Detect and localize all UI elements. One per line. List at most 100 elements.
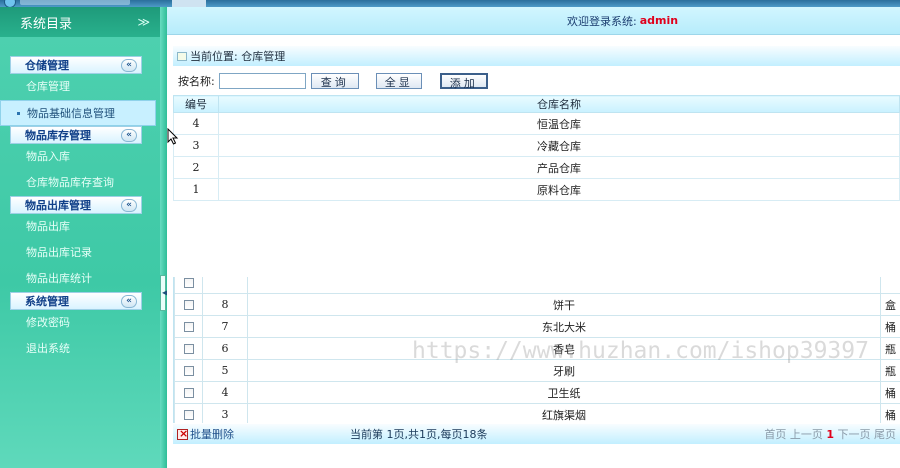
menu-group-title: 仓储管理 [25, 59, 69, 72]
collapse-icon[interactable]: « [121, 294, 137, 308]
table-row[interactable]: 7 东北大米桶 [174, 315, 900, 338]
sidebar-item-outbound-records[interactable]: 物品出库记录 [0, 240, 160, 266]
table-row[interactable]: 3 红旗渠烟桶 [174, 403, 900, 423]
cell-id: 2 [173, 156, 219, 179]
collapse-icon[interactable]: « [121, 198, 137, 212]
goods-table: 8 饼干盒 7 东北大米桶 6 香皂瓶 5 牙刷瓶 4 卫生纸桶 3 红旗渠烟桶 [174, 277, 900, 423]
table-row[interactable]: 8 饼干盒 [174, 293, 900, 316]
sidebar-item-change-password[interactable]: 修改密码 [0, 310, 160, 336]
cell-name: 饼干 [247, 293, 881, 316]
menu-group-system[interactable]: 系统管理 « [10, 292, 142, 310]
current-page: 1 [826, 428, 834, 441]
row-checkbox[interactable] [183, 278, 194, 288]
cell-name: 冷藏仓库 [218, 134, 900, 157]
cell-name: 东北大米 [247, 315, 881, 338]
row-checkbox[interactable] [183, 300, 194, 310]
menu-group-stock[interactable]: 物品库存管理 « [10, 126, 142, 144]
cell-name: 卫生纸 [247, 381, 881, 404]
prev-page-link[interactable]: 上一页 [790, 428, 823, 441]
cell-id: 6 [202, 337, 248, 360]
cell-name: 恒温仓库 [218, 112, 900, 135]
breadcrumb-text: 当前位置: 仓库管理 [190, 50, 286, 63]
menu-group-title: 物品出库管理 [25, 199, 91, 212]
location-icon [177, 51, 187, 61]
next-page-link[interactable]: 下一页 [838, 428, 871, 441]
cell-name: 牙刷 [247, 359, 881, 382]
sidebar: 系统目录 ≫ 仓储管理 « 仓库管理 物品基础信息管理 物品库存管理 « 物品入… [0, 7, 160, 468]
sidebar-item-outbound-stats[interactable]: 物品出库统计 [0, 266, 160, 292]
query-button[interactable]: 查询 [310, 73, 359, 89]
table-header-row: 编号 仓库名称 [173, 95, 900, 113]
cell-id: 3 [202, 403, 248, 423]
row-checkbox[interactable] [183, 388, 194, 398]
table-row[interactable]: 4 卫生纸桶 [174, 381, 900, 404]
row-checkbox[interactable] [183, 410, 194, 420]
cell-unit: 桶 [880, 315, 900, 338]
table-row[interactable]: 2 产品仓库 [173, 156, 900, 179]
sidebar-item-logout[interactable]: 退出系统 [0, 336, 160, 362]
goods-table-viewport: 8 饼干盒 7 东北大米桶 6 香皂瓶 5 牙刷瓶 4 卫生纸桶 3 红旗渠烟桶 [173, 277, 900, 423]
row-checkbox[interactable] [183, 344, 194, 354]
column-header-id: 编号 [173, 95, 219, 113]
sidebar-item-stock-in[interactable]: 物品入库 [0, 144, 160, 170]
row-checkbox[interactable] [183, 322, 194, 332]
table-row[interactable]: 5 牙刷瓶 [174, 359, 900, 382]
welcome-text: 欢迎登录系统: [567, 14, 637, 28]
cell-unit: 盒 [880, 293, 900, 316]
cell-name: 红旗渠烟 [247, 403, 881, 423]
cell-name: 原料仓库 [218, 178, 900, 201]
search-label: 按名称: [178, 75, 215, 88]
sidebar-splitter[interactable]: ◀ [160, 7, 168, 468]
bullet-icon [17, 112, 20, 115]
table-row[interactable]: 4 恒温仓库 [173, 112, 900, 135]
table-footer: 批量删除 当前第 1页,共1页,每页18条 首页 上一页 1 下一页 尾页 [173, 424, 900, 444]
pagination: 首页 上一页 1 下一页 尾页 [764, 426, 896, 442]
menu-group-outbound[interactable]: 物品出库管理 « [10, 196, 142, 214]
menu-group-title: 物品库存管理 [25, 129, 91, 142]
sidebar-item-label: 物品基础信息管理 [27, 107, 115, 120]
welcome-bar: 欢迎登录系统: admin [167, 7, 900, 35]
cell-id: 8 [202, 293, 248, 316]
table-row[interactable]: 3 冷藏仓库 [173, 134, 900, 157]
collapse-icon[interactable]: « [121, 128, 137, 142]
sidebar-header[interactable]: 系统目录 ≫ [0, 7, 160, 37]
sidebar-item-goods-info[interactable]: 物品基础信息管理 [0, 100, 156, 126]
splitter-toggle[interactable]: ◀ [160, 275, 168, 311]
delete-icon[interactable] [177, 427, 188, 440]
main-content: 欢迎登录系统: admin 当前位置: 仓库管理 按名称: 查询 全显 添加 编… [167, 7, 900, 468]
show-all-button[interactable]: 全显 [375, 73, 422, 89]
sidebar-item-stock-query[interactable]: 仓库物品库存查询 [0, 170, 160, 196]
cell-id: 3 [173, 134, 219, 157]
sidebar-header-title: 系统目录 [20, 16, 73, 32]
first-page-link[interactable]: 首页 [764, 428, 786, 441]
column-header-name: 仓库名称 [218, 95, 900, 113]
menu-group-warehouse[interactable]: 仓储管理 « [10, 56, 142, 74]
add-button[interactable]: 添加 [439, 73, 488, 90]
cell-id: 4 [173, 112, 219, 135]
menu-group-title: 系统管理 [25, 295, 69, 308]
top-tab[interactable] [172, 0, 206, 7]
row-checkbox[interactable] [183, 366, 194, 376]
current-user: admin [639, 14, 679, 27]
table-row[interactable] [174, 277, 900, 294]
cell-name: 产品仓库 [218, 156, 900, 179]
window-title-bar [0, 0, 900, 8]
table-row[interactable]: 1 原料仓库 [173, 178, 900, 201]
double-chevron-down-icon[interactable]: ≫ [137, 15, 150, 29]
cell-unit: 瓶 [880, 337, 900, 360]
collapse-icon[interactable]: « [121, 58, 137, 72]
cell-name: 香皂 [247, 337, 881, 360]
last-page-link[interactable]: 尾页 [874, 428, 896, 441]
page-info: 当前第 1页,共1页,每页18条 [350, 428, 488, 441]
table-row[interactable]: 6 香皂瓶 [174, 337, 900, 360]
search-input[interactable] [218, 73, 306, 89]
breadcrumb: 当前位置: 仓库管理 [173, 46, 900, 66]
cell-id: 1 [173, 178, 219, 201]
sidebar-item-outbound[interactable]: 物品出库 [0, 214, 160, 240]
cell-id: 7 [202, 315, 248, 338]
cell-id: 4 [202, 381, 248, 404]
batch-delete-link[interactable]: 批量删除 [190, 426, 234, 442]
cell-unit: 桶 [880, 381, 900, 404]
sidebar-item-warehouse-manage[interactable]: 仓库管理 [0, 74, 160, 100]
cell-unit: 桶 [880, 403, 900, 423]
